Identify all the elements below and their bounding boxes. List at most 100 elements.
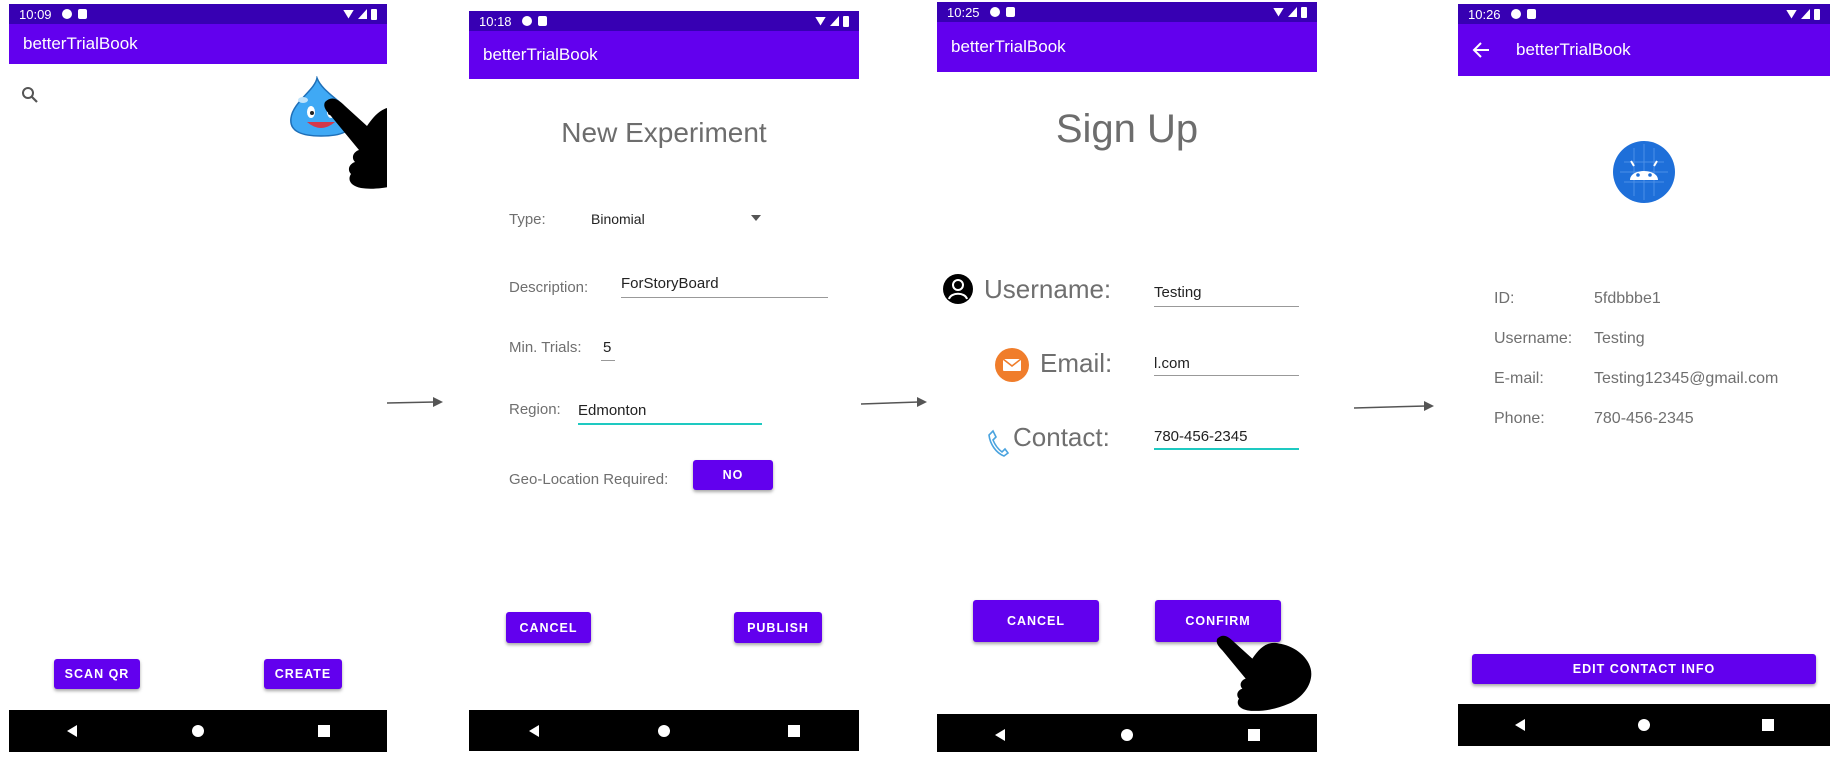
sd-card-icon (77, 9, 87, 19)
description-input[interactable]: ForStoryBoard (621, 275, 719, 292)
sd-card-icon (1526, 9, 1536, 19)
cancel-button[interactable]: CANCEL (506, 612, 591, 643)
recents-nav-icon[interactable] (1761, 718, 1775, 732)
username-input[interactable]: Testing (1154, 284, 1202, 301)
battery-icon (1814, 8, 1820, 20)
min-trials-input[interactable]: 5 (603, 339, 611, 356)
publish-button[interactable]: PUBLISH (734, 612, 822, 643)
android-avatar-icon (1613, 141, 1675, 203)
notification-icon (1510, 9, 1521, 19)
status-time: 10:26 (1468, 6, 1501, 22)
sd-card-icon (1005, 7, 1015, 17)
status-time: 10:18 (479, 13, 512, 29)
status-time: 10:25 (947, 4, 980, 20)
min-trials-label: Min. Trials: (509, 339, 582, 356)
notification-icon (521, 16, 532, 26)
status-right-icons (343, 8, 377, 20)
recents-nav-icon[interactable] (787, 724, 801, 738)
scan-qr-button[interactable]: SCAN QR (54, 659, 140, 689)
home-nav-icon[interactable] (191, 724, 205, 738)
recents-nav-icon[interactable] (317, 724, 331, 738)
contact-label: Contact: (1013, 422, 1110, 452)
back-nav-icon[interactable] (993, 728, 1007, 742)
email-label: E-mail: (1494, 370, 1544, 387)
screen-sign-up: 10:25 betterTrialBook Sign Up Username: … (937, 2, 1317, 752)
back-arrow-icon[interactable] (1472, 42, 1490, 58)
id-value: 5fdbbbe1 (1594, 290, 1661, 307)
signal-icon (358, 9, 367, 19)
email-icon (995, 348, 1029, 382)
back-nav-icon[interactable] (1513, 718, 1527, 732)
app-title: betterTrialBook (23, 34, 138, 53)
status-bar: 10:25 (937, 2, 1317, 22)
app-bar: betterTrialBook (937, 22, 1317, 72)
flow-arrow-icon (860, 397, 927, 407)
status-bar: 10:18 (469, 11, 859, 31)
min-trials-underline (601, 360, 615, 361)
dropdown-arrow-icon (751, 215, 761, 221)
create-button[interactable]: CREATE (264, 659, 342, 689)
flow-arrow-icon (386, 397, 443, 407)
nav-bar (9, 710, 387, 752)
home-nav-icon[interactable] (657, 724, 671, 738)
username-value: Testing (1594, 330, 1645, 347)
pointing-hand-cursor-icon (324, 98, 387, 189)
user-icon (943, 274, 973, 304)
app-bar: betterTrialBook (9, 24, 387, 64)
phone-label: Phone: (1494, 410, 1545, 427)
region-input[interactable]: Edmonton (578, 402, 646, 419)
type-select[interactable]: Binomial (591, 211, 761, 231)
app-title: betterTrialBook (1516, 40, 1631, 59)
page-title: New Experiment (561, 117, 767, 148)
screen-new-experiment: 10:18 betterTrialBook New Experiment Typ… (469, 11, 859, 751)
email-input[interactable]: l.com (1154, 355, 1190, 372)
contact-input[interactable]: 780-456-2345 (1154, 428, 1247, 445)
type-select-value: Binomial (591, 211, 645, 227)
battery-icon (1301, 6, 1307, 18)
home-nav-icon[interactable] (1637, 718, 1651, 732)
username-label: Username: (1494, 330, 1573, 347)
email-label: Email: (1040, 348, 1113, 378)
notification-icon (989, 7, 1000, 17)
app-title: betterTrialBook (483, 45, 598, 64)
edit-contact-info-button[interactable]: EDIT CONTACT INFO (1472, 654, 1816, 684)
app-bar: betterTrialBook (469, 31, 859, 79)
status-right-icons (815, 15, 849, 27)
username-underline (1154, 306, 1299, 307)
status-right-icons (1786, 8, 1820, 20)
flow-arrow-icon (1353, 401, 1434, 411)
phone-icon (988, 429, 1009, 457)
recents-nav-icon[interactable] (1247, 728, 1261, 742)
wifi-icon (1786, 9, 1797, 19)
page-title: Sign Up (1055, 107, 1199, 151)
battery-icon (843, 15, 849, 27)
nav-bar (1458, 704, 1830, 746)
email-underline (1154, 375, 1299, 376)
description-label: Description: (509, 279, 589, 296)
email-value: Testing12345@gmail.com (1594, 370, 1779, 387)
pointing-hand-cursor-icon (1216, 635, 1312, 711)
search-icon[interactable] (21, 86, 39, 104)
home-nav-icon[interactable] (1120, 728, 1134, 742)
signal-icon (830, 16, 839, 26)
status-time: 10:09 (19, 6, 52, 22)
phone-value: 780-456-2345 (1594, 410, 1694, 427)
notification-icon (61, 9, 72, 19)
status-right-icons (1273, 6, 1307, 18)
region-label: Region: (509, 401, 561, 418)
app-bar: betterTrialBook (1458, 24, 1830, 76)
signal-icon (1801, 9, 1810, 19)
geo-location-label: Geo-Location Required: (509, 471, 669, 488)
type-label: Type: (509, 211, 546, 228)
wifi-icon (815, 16, 826, 26)
signal-icon (1288, 7, 1297, 17)
region-underline (578, 423, 762, 425)
cancel-button[interactable]: CANCEL (973, 600, 1099, 642)
screen-home: 10:09 betterTrialBook SCAN QR CREATE (9, 4, 387, 760)
screen-profile: 10:26 betterTrialBook ID: 5fdbbbe1 Usern… (1458, 4, 1830, 748)
back-nav-icon[interactable] (527, 724, 541, 738)
geo-location-toggle[interactable]: NO (693, 460, 773, 490)
back-nav-icon[interactable] (65, 724, 79, 738)
id-label: ID: (1494, 290, 1515, 307)
wifi-icon (1273, 7, 1284, 17)
